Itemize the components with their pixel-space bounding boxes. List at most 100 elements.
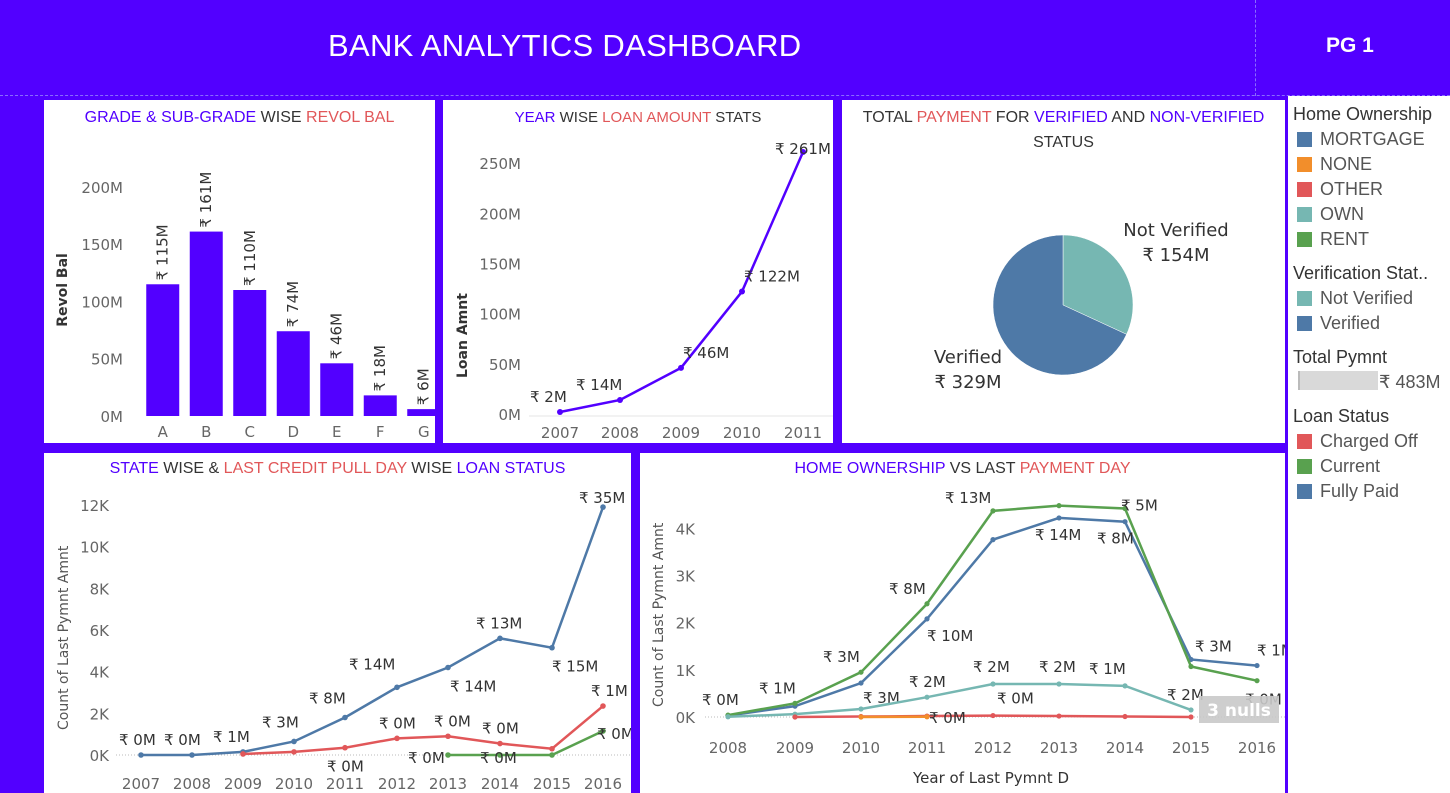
loan-status-legend-item[interactable]: Current (1297, 455, 1380, 477)
data-label: ₹ 46M (683, 344, 729, 362)
data-point (858, 706, 864, 712)
x-tick-label: 2010 (842, 739, 880, 757)
payment-verification-panel[interactable]: TOTAL PAYMENT FOR VERIFIED AND NON-VERIF… (842, 100, 1285, 443)
loan-status-legend-item[interactable]: Fully Paid (1297, 480, 1399, 502)
data-label: ₹ 0M (597, 725, 631, 743)
legend-swatch (1297, 156, 1312, 172)
data-point (792, 700, 798, 706)
state-loan-status-panel[interactable]: STATE WISE & LAST CREDIT PULL DAY WISE L… (44, 453, 631, 793)
data-label: ₹ 18M (371, 345, 389, 391)
home-ownership-legend-item[interactable]: OWN (1297, 203, 1364, 225)
data-label: ₹ 14M (576, 376, 622, 394)
data-label: ₹ 0M (997, 690, 1034, 708)
legend-swatch (1297, 315, 1312, 331)
legend-label: RENT (1320, 228, 1369, 249)
data-point (990, 681, 996, 687)
home-ownership-legend-item[interactable]: OTHER (1297, 178, 1383, 200)
y-tick-label: 100M (479, 306, 521, 324)
y-tick-label: 0K (90, 747, 111, 765)
data-point (924, 601, 930, 607)
x-tick-label: 2012 (974, 739, 1012, 757)
y-tick-label: 150M (81, 236, 123, 254)
y-tick-label: 0K (676, 709, 697, 727)
data-label: ₹ 14M (1035, 526, 1081, 544)
y-tick-label: 3K (676, 567, 697, 585)
home-ownership-legend-item[interactable]: RENT (1297, 228, 1369, 250)
data-label: ₹ 1M (759, 679, 796, 697)
year-line-chart[interactable]: Loan Amnt 0M 50M 100M 150M 200M 250M ₹ 2M 2007 ₹ … (443, 100, 833, 443)
legend-swatch (1297, 131, 1312, 147)
legend-label: Charged Off (1320, 430, 1418, 451)
header-divider (1255, 0, 1256, 96)
y-tick-label: 50M (91, 351, 123, 369)
data-label: ₹ 3M (262, 713, 299, 731)
state-line-chart[interactable]: Count of Last Pymnt Amnt 0K 2K 4K 6K 8K 10K 12K… (44, 453, 631, 793)
data-point (342, 744, 348, 751)
x-tick-label: G (418, 423, 430, 441)
x-tick-label: 2009 (224, 775, 262, 793)
y-tick-label: 12K (80, 497, 110, 515)
grade-bar-chart[interactable]: Revol Bal 0M 50M 100M 150M 200M A ₹ 115M B ₹ 161M… (44, 100, 435, 443)
y-axis-label: Loan Amnt (455, 293, 471, 378)
data-label: ₹ 3M (823, 648, 860, 666)
data-label: ₹ 35M (579, 489, 625, 507)
bar (363, 395, 397, 416)
data-label: ₹ 115M (154, 224, 172, 280)
data-point (617, 396, 623, 403)
data-point (291, 738, 297, 745)
y-tick-label: 4K (90, 664, 111, 682)
data-point (1056, 713, 1062, 719)
data-label: ₹ 10M (927, 627, 973, 645)
x-axis-label: Year of Last Pymnt D (912, 769, 1069, 787)
y-tick-label: 2K (90, 705, 111, 723)
x-tick-label: 2015 (1172, 739, 1210, 757)
data-point (858, 680, 864, 686)
verification-legend-item[interactable]: Not Verified (1297, 287, 1413, 309)
x-tick-label: 2007 (541, 424, 579, 442)
verification-legend-item[interactable]: Verified (1297, 312, 1380, 334)
data-label: ₹ 8M (889, 580, 926, 598)
data-point (189, 752, 195, 758)
data-point (1122, 683, 1128, 689)
data-label: ₹ 2M (973, 658, 1010, 676)
legend-label: Verified (1320, 312, 1381, 333)
home-ownership-legend-item[interactable]: MORTGAGE (1297, 128, 1425, 150)
x-tick-label: 2016 (1238, 739, 1276, 757)
year-loan-amount-panel[interactable]: YEAR WISE LOAN AMOUNT STATS Loan Amnt 0M 5… (443, 100, 833, 443)
home-ownership-legend-item[interactable]: NONE (1297, 153, 1372, 175)
data-point (445, 752, 451, 758)
x-tick-label: 2008 (173, 775, 211, 793)
y-axis-label: Count of Last Pymnt Amnt (56, 545, 72, 730)
data-point (1056, 515, 1062, 521)
x-tick-label: D (287, 423, 299, 441)
home-ownership-panel[interactable]: HOME OWNERSHIP VS LAST PAYMENT DAY Count… (640, 453, 1285, 793)
data-label: ₹ 1M (213, 728, 250, 746)
page-indicator[interactable]: PG 1 (1326, 34, 1374, 58)
legend-verification-title: Verification Stat.. (1293, 263, 1429, 283)
data-label: ₹ 1M (591, 682, 628, 700)
x-tick-label: 2012 (378, 775, 416, 793)
data-label: ₹ 2M (1167, 686, 1204, 704)
data-label: ₹ 14M (349, 655, 395, 673)
verification-pie-chart[interactable]: Not Verified ₹ 154M Verified ₹ 329M (842, 100, 1285, 443)
legend-swatch (1297, 433, 1312, 449)
data-label: ₹ 261M (775, 140, 831, 158)
legend-home-title: Home Ownership (1293, 104, 1433, 124)
data-point (445, 733, 451, 740)
data-label: ₹ 46M (328, 313, 346, 359)
data-point (1254, 662, 1260, 669)
data-label: ₹ 14M (450, 678, 496, 696)
data-label: ₹ 110M (241, 230, 259, 286)
data-point (240, 751, 246, 757)
bar (189, 231, 223, 416)
x-tick-label: 2009 (776, 739, 814, 757)
x-tick-label: A (158, 423, 169, 441)
loan-status-legend-item[interactable]: Charged Off (1297, 430, 1418, 452)
y-tick-label: 100M (81, 293, 123, 311)
x-tick-label: 2011 (784, 424, 822, 442)
x-tick-label: 2016 (584, 775, 622, 793)
home-ownership-line-chart[interactable]: Count of Last Pymnt Amnt 0K 1K 2K 3K 4K 2008 20… (640, 453, 1285, 793)
grade-revol-bal-panel[interactable]: GRADE & SUB-GRADE WISE REVOL BAL Revol B… (44, 100, 435, 443)
data-point (792, 714, 798, 720)
legend-label: NONE (1320, 153, 1373, 174)
